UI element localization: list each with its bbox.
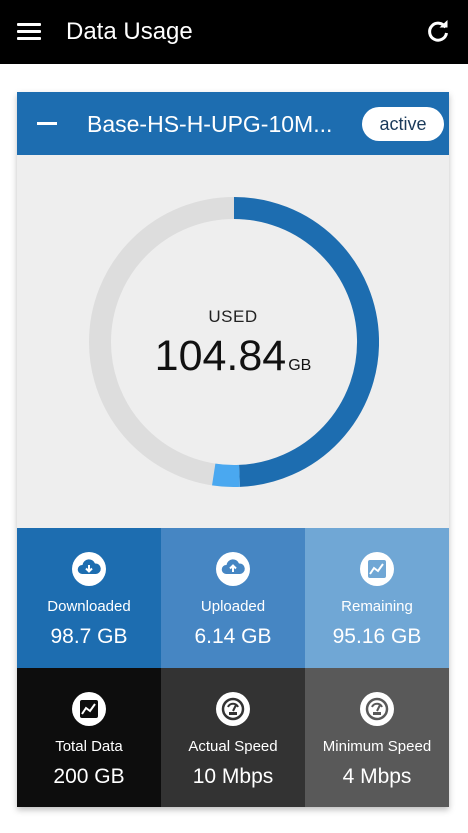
stat-label: Remaining <box>341 598 413 615</box>
minus-icon[interactable] <box>37 122 57 125</box>
stat-value: 95.16 GB <box>332 625 422 648</box>
stat-tile-remaining: Remaining 95.16 GB <box>305 528 449 668</box>
refresh-icon[interactable] <box>424 18 452 46</box>
stat-label: Actual Speed <box>188 738 278 755</box>
plan-card: Base-HS-H-UPG-10M... active USED 104.84 G… <box>17 92 449 807</box>
used-amount: 104.84 <box>154 332 287 380</box>
status-badge: active <box>362 107 444 141</box>
stat-label: Total Data <box>55 738 123 755</box>
stat-value: 4 Mbps <box>342 765 412 788</box>
stat-value: 6.14 GB <box>194 625 272 648</box>
gauge-uploaded-arc <box>212 463 240 487</box>
stat-label: Downloaded <box>47 598 131 615</box>
speedometer-icon <box>360 692 394 726</box>
page-title: Data Usage <box>66 18 193 45</box>
used-value: 104.84 GB <box>17 332 449 381</box>
stats-grid: Downloaded 98.7 GB Uploaded 6.14 GB Rema… <box>17 528 449 807</box>
used-label: USED <box>208 307 258 326</box>
stat-tile-minimum-speed: Minimum Speed 4 Mbps <box>305 668 449 807</box>
chart-icon <box>360 552 394 586</box>
stat-value: 200 GB <box>53 765 125 788</box>
stat-label: Minimum Speed <box>322 738 432 755</box>
cloud-upload-icon <box>216 552 250 586</box>
plan-card-header[interactable]: Base-HS-H-UPG-10M... active <box>17 92 449 155</box>
stat-tile-downloaded: Downloaded 98.7 GB <box>17 528 161 668</box>
cloud-download-icon <box>72 552 106 586</box>
chart-icon <box>72 692 106 726</box>
stat-tile-total-data: Total Data 200 GB <box>17 668 161 807</box>
stat-value: 10 Mbps <box>192 765 274 788</box>
plan-name: Base-HS-H-UPG-10M... <box>87 111 333 137</box>
app-bar: Data Usage <box>0 0 468 64</box>
menu-icon[interactable] <box>17 23 41 41</box>
stat-tile-actual-speed: Actual Speed 10 Mbps <box>161 668 305 807</box>
stat-value: 98.7 GB <box>50 625 128 648</box>
used-unit: GB <box>288 357 312 374</box>
speedometer-icon <box>216 692 250 726</box>
stat-tile-uploaded: Uploaded 6.14 GB <box>161 528 305 668</box>
stat-label: Uploaded <box>200 598 266 615</box>
